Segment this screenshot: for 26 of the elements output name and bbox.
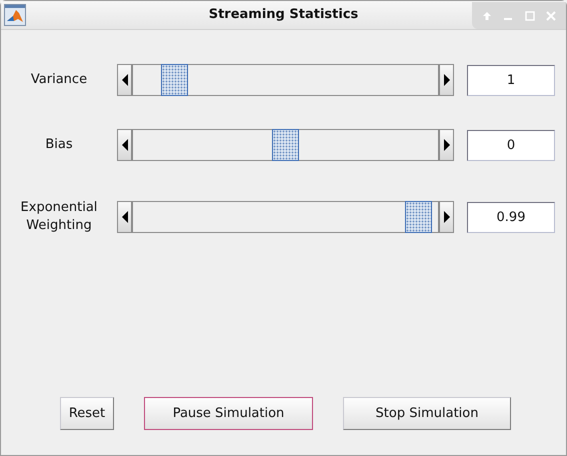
window-title: Streaming Statistics (208, 6, 358, 24)
slider-label: Bias (44, 136, 74, 154)
scroll-left-button[interactable] (117, 201, 132, 233)
right-triangle-icon (444, 211, 450, 223)
push-button[interactable]: Pause Simulation (144, 397, 313, 430)
left-triangle-icon (122, 74, 128, 86)
value-field[interactable]: 0.99 (467, 202, 555, 232)
scroll-right-button[interactable] (439, 64, 454, 96)
slider-label: Variance (30, 71, 88, 89)
push-button[interactable]: Stop Simulation (343, 397, 511, 430)
scroll-left-button[interactable] (117, 129, 132, 161)
right-triangle-icon (444, 74, 450, 86)
right-triangle-icon (444, 139, 450, 151)
scroll-right-button[interactable] (439, 129, 454, 161)
push-button[interactable]: Reset (60, 397, 114, 430)
slider-thumb[interactable] (405, 201, 432, 233)
value-field[interactable]: 1 (467, 64, 555, 96)
left-triangle-icon (122, 139, 128, 151)
slider-thumb[interactable] (272, 129, 299, 161)
slider-thumb[interactable] (160, 64, 188, 96)
slider-label: Exponential Weighting (20, 199, 98, 235)
value-field[interactable]: 0 (467, 130, 555, 160)
scroll-left-button[interactable] (117, 64, 132, 96)
app-icon (4, 4, 26, 26)
left-triangle-icon (122, 211, 128, 223)
scroll-right-button[interactable] (439, 201, 454, 233)
